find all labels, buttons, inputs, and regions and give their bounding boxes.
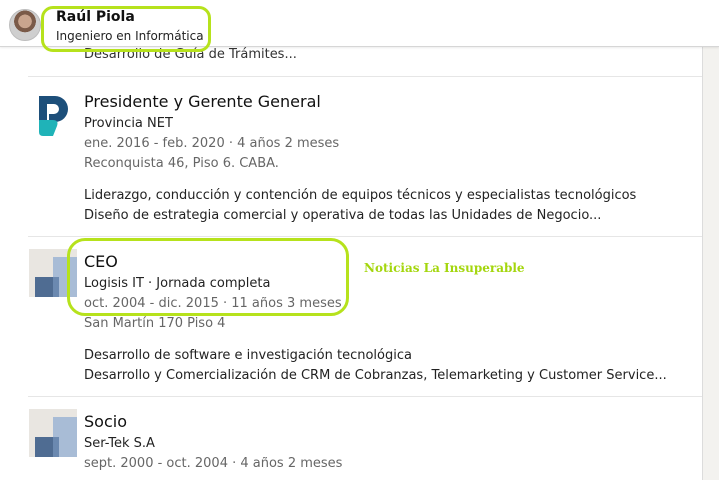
job-description-line: Liderazgo, conducción y contención de eq… [84, 188, 637, 203]
company-name: Ser-Tek S.A [84, 436, 155, 451]
job-location: Reconquista 46, Piso 6. CABA. [84, 156, 279, 171]
experience-card: Desarrollo de Guía de Trámites... Presid… [0, 0, 703, 480]
job-title: Socio [84, 412, 127, 431]
job-dates: sept. 2000 - oct. 2004 · 4 años 2 meses [84, 456, 343, 471]
job-dates: oct. 2004 - dic. 2015 · 11 años 3 meses [84, 296, 342, 311]
job-description-line: Diseño de estrategia comercial y operati… [84, 208, 602, 223]
job-description-line: Desarrollo y Comercialización de CRM de … [84, 368, 667, 383]
company-logo-placeholder[interactable] [29, 409, 77, 457]
job-title: CEO [84, 252, 118, 271]
job-title: Presidente y Gerente General [84, 92, 321, 111]
provincia-net-logo[interactable] [29, 92, 77, 140]
divider [28, 396, 702, 397]
job-description-line: Desarrollo de software e investigación t… [84, 348, 412, 363]
job-dates: ene. 2016 - feb. 2020 · 4 años 2 meses [84, 136, 340, 151]
divider [28, 236, 702, 237]
company-logo-placeholder[interactable] [29, 249, 77, 297]
company-name: Provincia NET [84, 116, 173, 131]
scrollbar[interactable] [703, 0, 719, 480]
watermark-text: Noticias La Insuperable [364, 261, 525, 275]
profile-headline: Ingeniero en Informática [56, 29, 204, 43]
profile-sticky-header: Raúl Piola Ingeniero en Informática [0, 0, 719, 47]
job-location: San Martín 170 Piso 4 [84, 316, 226, 331]
avatar[interactable] [9, 9, 41, 41]
previous-entry-description: Desarrollo de Guía de Trámites... [84, 47, 297, 62]
profile-name[interactable]: Raúl Piola [56, 9, 135, 25]
divider [28, 76, 702, 77]
company-name: Logisis IT · Jornada completa [84, 276, 271, 291]
